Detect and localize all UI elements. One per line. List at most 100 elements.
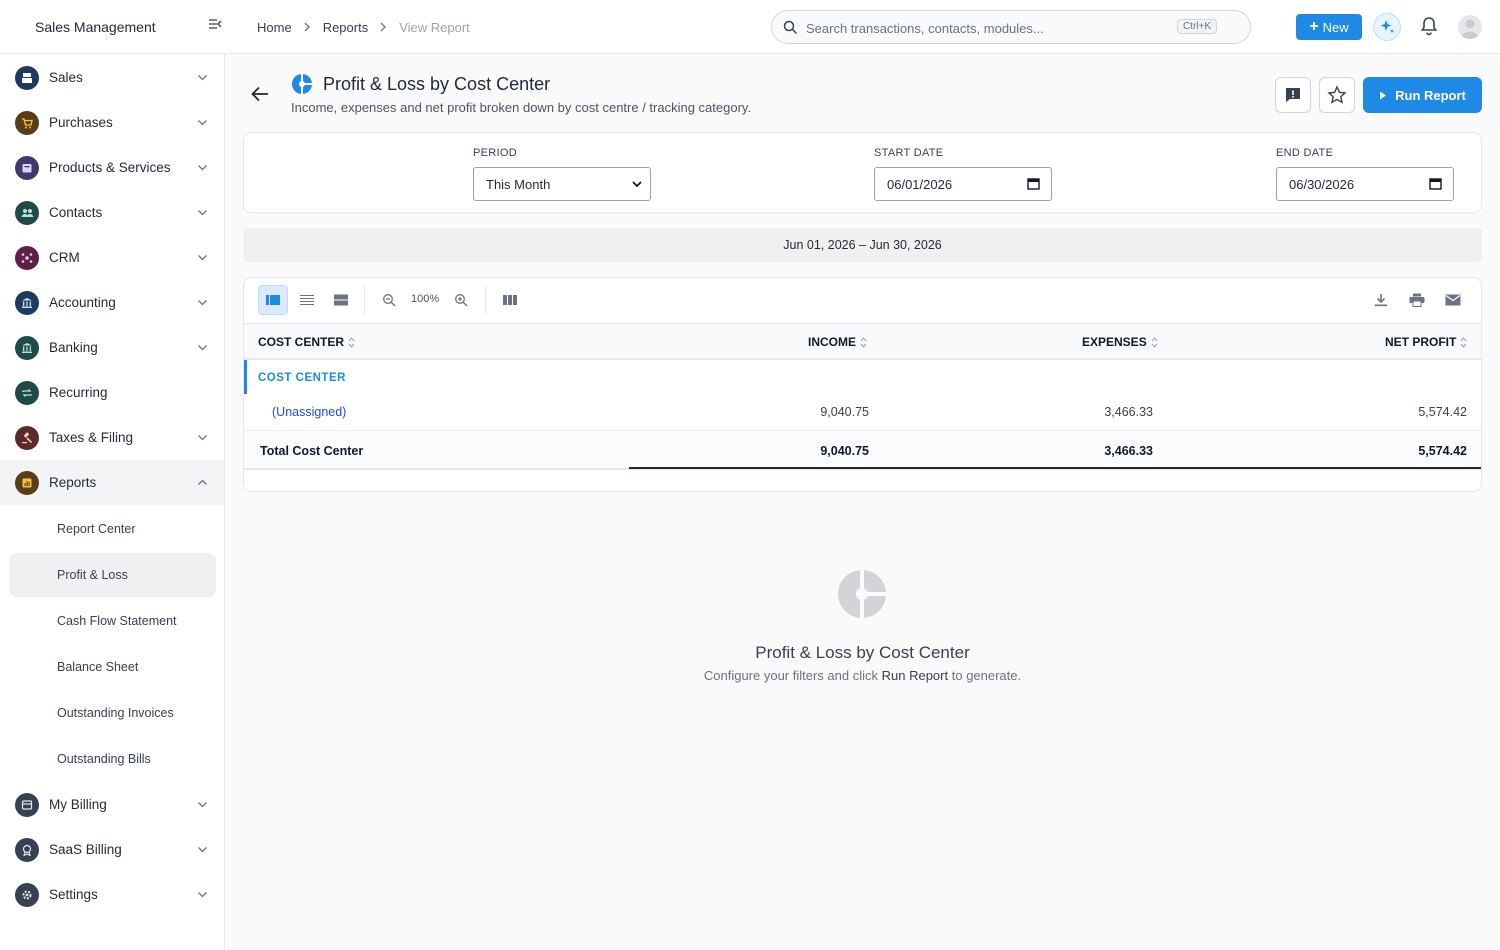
sidebar: Sales Purchases Products & Services Cont…	[0, 54, 225, 950]
start-date-input[interactable]: 06/01/2026	[874, 167, 1052, 201]
email-button[interactable]	[1438, 285, 1468, 315]
breadcrumb-home[interactable]: Home	[257, 20, 292, 35]
sidebar-subitem-label: Outstanding Invoices	[57, 706, 174, 720]
period-label: PERIOD	[473, 147, 517, 159]
sidebar-item-label: Recurring	[49, 385, 108, 400]
sidebar-subitem-outstanding-invoices[interactable]: Outstanding Invoices	[9, 691, 216, 735]
search-shortcut-badge: Ctrl+K	[1176, 19, 1217, 34]
start-date-label: START DATE	[874, 147, 944, 159]
new-button[interactable]: + New	[1296, 14, 1362, 40]
sidebar-subitem-label: Outstanding Bills	[57, 752, 151, 766]
network-icon	[15, 245, 39, 270]
toolbar-divider	[364, 286, 365, 314]
sidebar-subitem-cash-flow[interactable]: Cash Flow Statement	[9, 599, 216, 643]
breadcrumb-current: View Report	[399, 20, 470, 35]
table-row[interactable]: (Unassigned) 9,040.75 3,466.33 5,574.42	[244, 394, 1481, 431]
cost-center-link[interactable]: (Unassigned)	[272, 405, 346, 419]
zoom-level: 100%	[411, 293, 440, 305]
feedback-button[interactable]	[1275, 77, 1311, 113]
column-header-label: EXPENSES	[1082, 335, 1147, 349]
sidebar-item-label: Taxes & Filing	[49, 430, 134, 445]
report-toolbar: 100%	[244, 278, 1481, 323]
zoom-in-button[interactable]	[446, 285, 476, 315]
sidebar-item-crm[interactable]: CRM	[0, 235, 224, 280]
breadcrumb: Home Reports View Report	[257, 20, 470, 35]
expanded-view-icon	[334, 294, 348, 306]
bank-icon	[15, 335, 39, 360]
breadcrumb-reports[interactable]: Reports	[323, 20, 369, 35]
column-header-cost-center[interactable]: COST CENTER	[258, 335, 355, 349]
sidebar-item-banking[interactable]: Banking	[0, 325, 224, 370]
print-button[interactable]	[1402, 285, 1432, 315]
calendar-icon[interactable]	[1429, 177, 1442, 190]
chevron-down-icon	[198, 802, 207, 808]
chevron-down-icon	[632, 181, 642, 188]
notifications-bell-icon[interactable]	[1420, 16, 1438, 39]
box-icon	[15, 155, 39, 180]
print-icon	[1409, 293, 1425, 307]
toolbar-divider	[485, 286, 486, 314]
sidebar-item-settings[interactable]: Settings	[0, 872, 224, 917]
page-title: Profit & Loss by Cost Center	[323, 74, 551, 94]
search-box[interactable]: Ctrl+K	[771, 10, 1251, 44]
column-header-net-profit[interactable]: NET PROFIT	[1385, 335, 1467, 349]
sidebar-item-accounting[interactable]: Accounting	[0, 280, 224, 325]
zoom-out-icon	[383, 294, 396, 307]
period-select[interactable]: This Month	[473, 167, 651, 201]
column-header-expenses[interactable]: EXPENSES	[1082, 335, 1158, 349]
collapse-sidebar-icon[interactable]	[208, 18, 226, 36]
plus-icon: +	[1309, 18, 1319, 35]
view-expanded-button[interactable]	[326, 285, 356, 315]
expenses-cell: 3,466.33	[1104, 405, 1153, 419]
sidebar-item-label: Accounting	[49, 295, 116, 310]
zoom-out-button[interactable]	[374, 285, 404, 315]
chevron-down-icon	[198, 345, 207, 351]
ai-assistant-button[interactable]	[1373, 13, 1401, 41]
sidebar-subitem-balance-sheet[interactable]: Balance Sheet	[9, 645, 216, 689]
chevron-down-icon	[198, 435, 207, 441]
calendar-icon[interactable]	[1027, 177, 1040, 190]
sidebar-item-contacts[interactable]: Contacts	[0, 190, 224, 235]
back-arrow-icon[interactable]	[251, 86, 269, 105]
sidebar-item-products-services[interactable]: Products & Services	[0, 145, 224, 190]
chevron-up-icon	[198, 479, 207, 485]
download-button[interactable]	[1366, 285, 1396, 315]
columns-button[interactable]	[495, 285, 525, 315]
view-list-button[interactable]	[292, 285, 322, 315]
sidebar-subitem-profit-loss[interactable]: Profit & Loss	[9, 553, 216, 597]
sidebar-item-recurring[interactable]: Recurring	[0, 370, 224, 415]
user-avatar[interactable]	[1458, 15, 1482, 39]
sidebar-subitem-label: Profit & Loss	[57, 568, 128, 582]
sidebar-subitem-outstanding-bills[interactable]: Outstanding Bills	[9, 737, 216, 781]
chevron-down-icon	[198, 847, 207, 853]
column-header-income[interactable]: INCOME	[808, 335, 867, 349]
favorite-button[interactable]	[1319, 77, 1355, 113]
sidebar-item-taxes-filing[interactable]: Taxes & Filing	[0, 415, 224, 460]
sidebar-item-reports[interactable]: Reports	[0, 460, 224, 505]
end-date-input[interactable]: 06/30/2026	[1276, 167, 1454, 201]
chevron-down-icon	[198, 120, 207, 126]
main-content: Profit & Loss by Cost Center Income, exp…	[225, 54, 1500, 950]
sidebar-subitem-report-center[interactable]: Report Center	[9, 507, 216, 551]
sidebar-subitem-label: Balance Sheet	[57, 660, 139, 674]
view-compact-button[interactable]	[258, 285, 288, 315]
sort-icon	[860, 336, 867, 348]
sort-icon	[348, 336, 355, 348]
sidebar-item-sales[interactable]: Sales	[0, 55, 224, 100]
empty-state-prefix: Configure your filters and click	[703, 668, 878, 683]
report-pie-icon	[837, 569, 887, 622]
sidebar-item-my-billing[interactable]: My Billing	[0, 782, 224, 827]
total-row: Total Cost Center 9,040.75 3,466.33 5,57…	[244, 431, 1481, 470]
empty-state-title: Profit & Loss by Cost Center	[755, 643, 970, 662]
search-input[interactable]	[806, 18, 1166, 38]
page-subtitle: Income, expenses and net profit broken d…	[291, 100, 752, 115]
empty-state-suffix: to generate.	[951, 668, 1022, 683]
run-report-button[interactable]: Run Report	[1363, 77, 1482, 113]
period-range-banner: Jun 01, 2026 – Jun 30, 2026	[243, 228, 1482, 262]
sidebar-item-label: Contacts	[49, 205, 103, 220]
sidebar-item-purchases[interactable]: Purchases	[0, 100, 224, 145]
sidebar-item-saas-billing[interactable]: SaaS Billing	[0, 827, 224, 872]
zoom-in-icon	[455, 294, 468, 307]
gavel-icon	[15, 425, 39, 450]
run-report-label: Run Report	[1395, 87, 1466, 103]
